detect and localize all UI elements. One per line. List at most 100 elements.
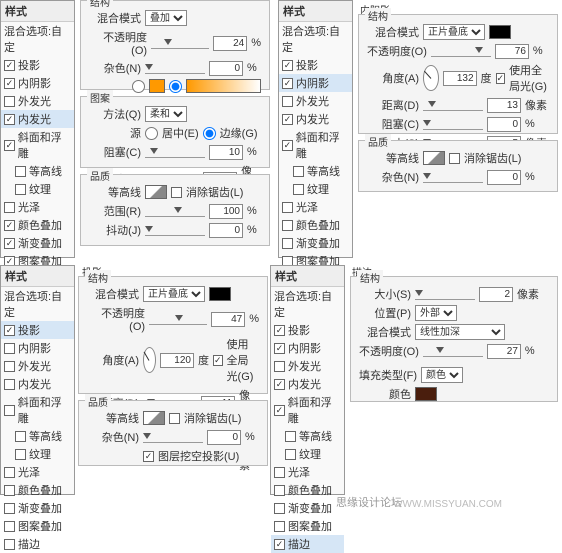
method-select[interactable]: 柔和 (145, 106, 187, 122)
fx-drop[interactable]: 投影 (279, 56, 352, 74)
fx-inner-sh[interactable]: 内阴影 (1, 74, 74, 92)
fx-color-ov[interactable]: 颜色叠加 (271, 481, 344, 499)
fx-texture[interactable]: 纹理 (279, 180, 352, 198)
checkbox-icon[interactable] (4, 325, 15, 336)
fx-satin[interactable]: 光泽 (1, 198, 74, 216)
distance-slider[interactable] (423, 99, 483, 111)
jitter-input[interactable] (209, 223, 243, 238)
checkbox-icon[interactable] (4, 114, 15, 125)
fx-contour[interactable]: 等高线 (1, 162, 74, 180)
fx-satin[interactable]: 光泽 (271, 463, 344, 481)
noise-input[interactable] (487, 170, 521, 185)
choke-input[interactable] (209, 145, 243, 160)
size-slider[interactable] (415, 288, 475, 300)
checkbox-icon[interactable] (4, 238, 15, 249)
fx-outer-gl[interactable]: 外发光 (1, 92, 74, 110)
fx-drop[interactable]: 投影 (271, 321, 344, 339)
checkbox-icon[interactable] (285, 449, 296, 460)
checkbox-icon[interactable] (274, 503, 285, 514)
checkbox-icon[interactable] (285, 431, 296, 442)
checkbox-icon[interactable] (274, 467, 285, 478)
blend-select[interactable]: 正片叠底 (143, 286, 205, 302)
fx-inner-gl[interactable]: 内发光 (271, 375, 344, 393)
opacity-slider[interactable] (431, 45, 491, 57)
fx-patt-ov[interactable]: 图案叠加 (271, 517, 344, 535)
color-swatch[interactable] (489, 25, 511, 39)
checkbox-icon[interactable] (274, 539, 285, 550)
global-check[interactable] (213, 355, 223, 366)
checkbox-icon[interactable] (15, 431, 26, 442)
checkbox-icon[interactable] (4, 60, 15, 71)
checkbox-icon[interactable] (274, 521, 285, 532)
choke-slider[interactable] (145, 146, 205, 158)
fx-drop[interactable]: 投影 (1, 56, 74, 74)
fx-grad-ov[interactable]: 渐变叠加 (1, 234, 74, 252)
color-swatch[interactable] (149, 79, 166, 93)
checkbox-icon[interactable] (4, 78, 15, 89)
checkbox-icon[interactable] (274, 361, 285, 372)
fx-grad-ov[interactable]: 渐变叠加 (1, 499, 74, 517)
blend-options[interactable]: 混合选项:自定 (279, 22, 352, 56)
range-input[interactable] (209, 204, 243, 219)
fx-bevel[interactable]: 斜面和浮雕 (1, 128, 74, 162)
fx-inner-sh[interactable]: 内阴影 (271, 339, 344, 357)
checkbox-icon[interactable] (274, 343, 285, 354)
fx-color-ov[interactable]: 颜色叠加 (1, 481, 74, 499)
distance-input[interactable] (487, 98, 521, 113)
opacity-input[interactable] (487, 344, 521, 359)
checkbox-icon[interactable] (4, 140, 15, 151)
fx-inner-gl[interactable]: 内发光 (1, 375, 74, 393)
contour-thumb[interactable] (143, 411, 165, 425)
checkbox-icon[interactable] (293, 166, 304, 177)
checkbox-icon[interactable] (282, 220, 293, 231)
checkbox-icon[interactable] (274, 485, 285, 496)
fx-inner-sh[interactable]: 内阴影 (279, 74, 352, 92)
opacity-input[interactable] (495, 44, 529, 59)
checkbox-icon[interactable] (15, 449, 26, 460)
checkbox-icon[interactable] (282, 202, 293, 213)
noise-slider[interactable] (143, 431, 203, 443)
color-radio[interactable] (132, 80, 145, 93)
fx-satin[interactable]: 光泽 (1, 463, 74, 481)
fx-contour[interactable]: 等高线 (1, 427, 74, 445)
fx-texture[interactable]: 纹理 (271, 445, 344, 463)
anti-check[interactable] (171, 187, 182, 198)
gradient-preview[interactable] (186, 79, 261, 93)
angle-input[interactable] (160, 353, 194, 368)
fx-inner-gl[interactable]: 内发光 (1, 110, 74, 128)
checkbox-icon[interactable] (4, 343, 15, 354)
checkbox-icon[interactable] (282, 96, 293, 107)
checkbox-icon[interactable] (15, 184, 26, 195)
blend-options[interactable]: 混合选项:自定 (1, 287, 74, 321)
noise-input[interactable] (209, 61, 243, 76)
fx-stroke[interactable]: 描边 (271, 535, 344, 553)
checkbox-icon[interactable] (282, 140, 293, 151)
contour-thumb[interactable] (423, 151, 445, 165)
anti-check[interactable] (449, 153, 460, 164)
opacity-slider[interactable] (149, 313, 207, 325)
fx-drop[interactable]: 投影 (1, 321, 74, 339)
fx-bevel[interactable]: 斜面和浮雕 (279, 128, 352, 162)
checkbox-icon[interactable] (282, 238, 293, 249)
blend-select[interactable]: 线性加深 (415, 324, 505, 340)
checkbox-icon[interactable] (4, 539, 15, 550)
checkbox-icon[interactable] (282, 60, 293, 71)
checkbox-icon[interactable] (4, 361, 15, 372)
grad-radio[interactable] (169, 80, 182, 93)
checkbox-icon[interactable] (4, 485, 15, 496)
opacity-slider[interactable] (423, 345, 483, 357)
noise-slider[interactable] (145, 62, 205, 74)
fx-texture[interactable]: 纹理 (1, 445, 74, 463)
opacity-input[interactable] (211, 312, 245, 327)
noise-input[interactable] (207, 430, 241, 445)
checkbox-icon[interactable] (274, 405, 285, 416)
anti-check[interactable] (169, 413, 180, 424)
jitter-slider[interactable] (145, 224, 205, 236)
knockout-check[interactable] (143, 451, 154, 462)
fx-satin[interactable]: 光泽 (279, 198, 352, 216)
fill-type-select[interactable]: 颜色 (421, 367, 463, 383)
fx-grad-ov[interactable]: 渐变叠加 (271, 499, 344, 517)
color-swatch[interactable] (209, 287, 231, 301)
fx-outer-gl[interactable]: 外发光 (1, 357, 74, 375)
opacity-slider[interactable] (151, 37, 209, 49)
